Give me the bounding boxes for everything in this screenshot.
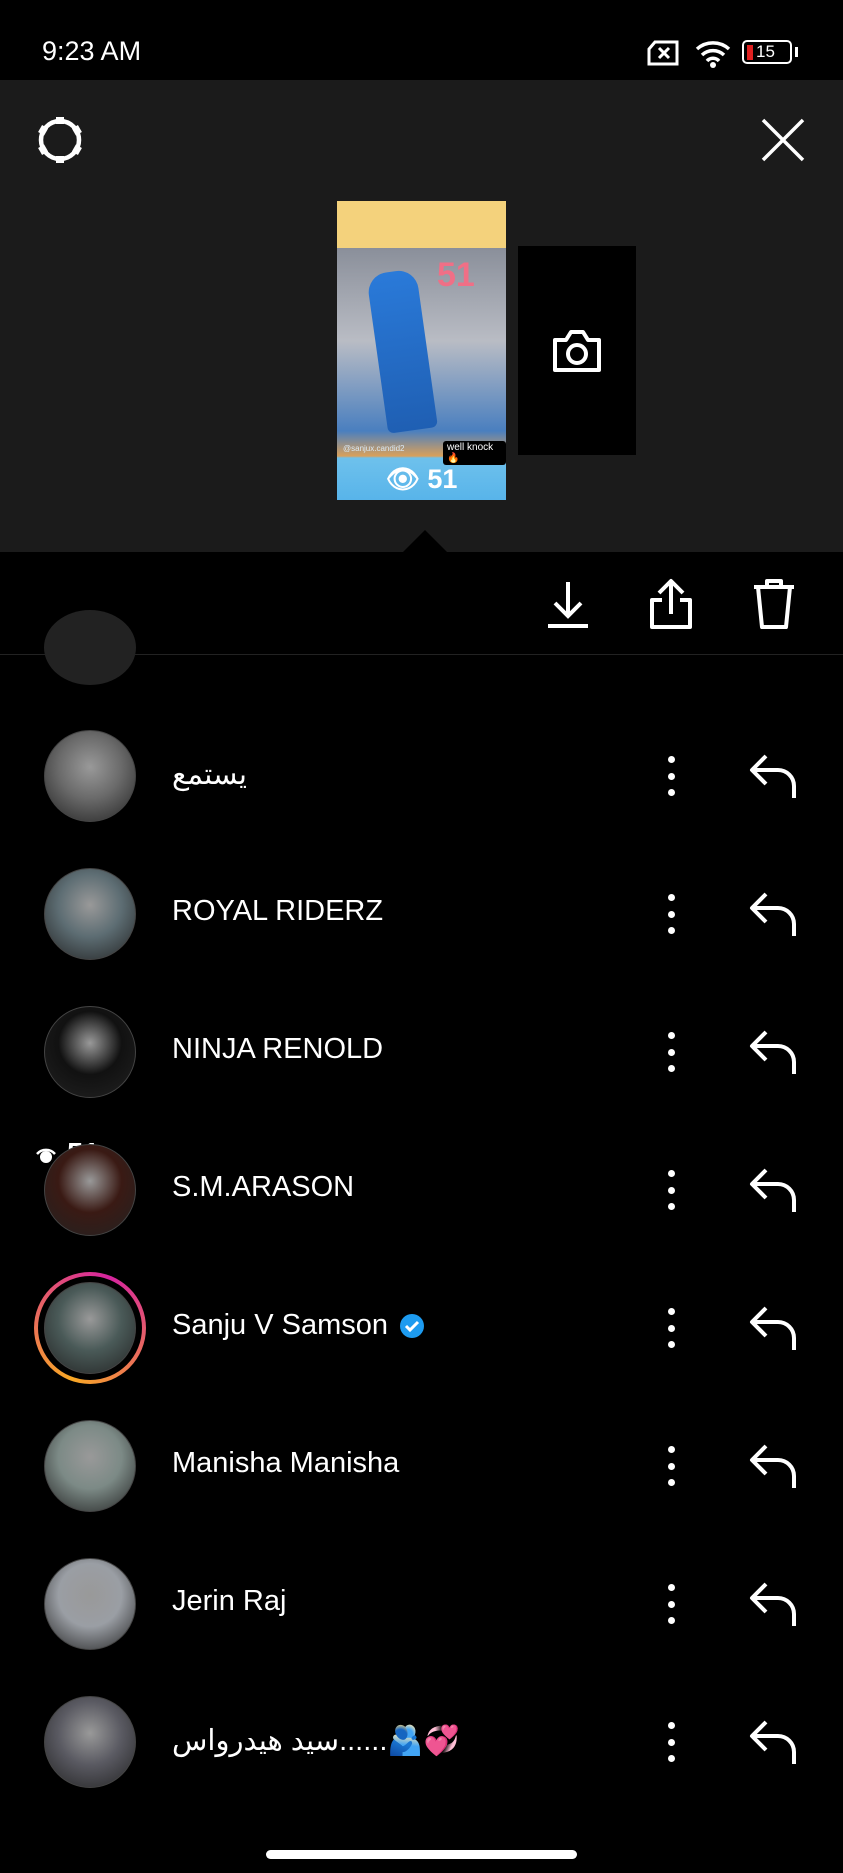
more-options-button[interactable]	[656, 1028, 686, 1076]
camera-icon	[553, 329, 601, 372]
viewer-name-label: S.M.ARASON	[172, 1171, 355, 1203]
reply-icon[interactable]	[748, 1028, 800, 1076]
viewer-name[interactable]: NINJA RENOLD	[172, 1033, 383, 1066]
settings-icon[interactable]	[35, 115, 85, 165]
viewer-avatar[interactable]	[44, 1282, 136, 1374]
viewer-name-label: يستمع	[172, 759, 247, 791]
eye-icon: 👁	[385, 464, 428, 494]
viewer-name-label: ROYAL RIDERZ	[172, 895, 384, 927]
more-options-button[interactable]	[656, 890, 686, 938]
viewer-name-label: Manisha Manisha	[172, 1447, 400, 1479]
more-options-button[interactable]	[656, 1718, 686, 1766]
reply-icon[interactable]	[748, 1166, 800, 1214]
download-icon[interactable]	[545, 580, 591, 630]
no-sim-icon	[647, 40, 679, 66]
more-options-button[interactable]	[656, 1442, 686, 1490]
reply-icon[interactable]	[748, 1442, 800, 1490]
battery-icon: 15	[742, 40, 792, 64]
more-options-button[interactable]	[656, 752, 686, 800]
story-image	[366, 268, 438, 434]
viewer-row[interactable]: ROYAL RIDERZ	[0, 845, 843, 983]
viewer-name-label: Jerin Raj	[172, 1585, 287, 1617]
more-options-button[interactable]	[656, 1304, 686, 1352]
story-handle: @sanjux.candid2	[343, 444, 405, 453]
viewer-avatar[interactable]	[44, 1420, 136, 1512]
selection-pointer	[403, 530, 447, 552]
home-indicator[interactable]	[266, 1850, 577, 1859]
viewer-row[interactable]: Jerin Raj	[0, 1535, 843, 1673]
story-thumbnail[interactable]: 51 @sanjux.candid2 well knock 🔥 👁 51	[337, 201, 506, 500]
viewer-row[interactable]: Sanju V Samson	[0, 1259, 843, 1397]
viewer-avatar[interactable]	[44, 1696, 136, 1788]
viewer-avatar[interactable]	[44, 1558, 136, 1650]
viewer-name[interactable]: يستمع	[172, 757, 247, 792]
viewer-name[interactable]: Jerin Raj	[172, 1585, 286, 1618]
reply-icon[interactable]	[748, 752, 800, 800]
viewer-row[interactable]: NINJA RENOLD	[0, 983, 843, 1121]
viewer-avatar[interactable]	[44, 868, 136, 960]
viewer-avatar[interactable]	[44, 730, 136, 822]
story-views-count: 51	[427, 464, 458, 494]
verified-badge-icon	[400, 1313, 425, 1338]
viewer-avatar[interactable]	[44, 1144, 136, 1236]
status-bar: 9:23 AM 15	[0, 0, 843, 80]
viewer-name-label: NINJA RENOLD	[172, 1033, 384, 1065]
viewer-name[interactable]: Manisha Manisha	[172, 1447, 399, 1480]
viewer-name-label: Sanju V Samson	[172, 1309, 389, 1341]
partial-viewer-avatar	[44, 610, 136, 685]
viewer-name[interactable]: S.M.ARASON	[172, 1171, 354, 1204]
share-icon[interactable]	[648, 578, 694, 630]
reply-icon[interactable]	[748, 1580, 800, 1628]
viewer-avatar[interactable]	[44, 1006, 136, 1098]
more-options-button[interactable]	[656, 1580, 686, 1628]
viewer-name[interactable]: سيد هيدرواس......🫂💞	[172, 1723, 460, 1758]
viewer-name-label: سيد هيدرواس......🫂💞	[172, 1725, 460, 1757]
viewer-name[interactable]: ROYAL RIDERZ	[172, 895, 383, 928]
reply-icon[interactable]	[748, 890, 800, 938]
story-sticker: well knock 🔥	[443, 441, 506, 465]
reply-icon[interactable]	[748, 1304, 800, 1352]
status-time: 9:23 AM	[42, 36, 142, 66]
viewer-row[interactable]: Manisha Manisha	[0, 1397, 843, 1535]
viewer-row[interactable]: يستمع	[0, 707, 843, 845]
battery-level: 15	[756, 42, 775, 61]
reply-icon[interactable]	[748, 1718, 800, 1766]
add-story-button[interactable]	[518, 246, 636, 455]
story-overlay-number: 51	[437, 256, 475, 294]
viewer-row[interactable]: سيد هيدرواس......🫂💞	[0, 1673, 843, 1811]
more-options-button[interactable]	[656, 1166, 686, 1214]
trash-icon[interactable]	[752, 578, 796, 630]
story-views: 👁 51	[337, 463, 506, 495]
viewer-name[interactable]: Sanju V Samson	[172, 1309, 426, 1342]
wifi-icon	[695, 41, 731, 68]
viewer-row[interactable]: S.M.ARASON	[0, 1121, 843, 1259]
close-icon[interactable]	[760, 117, 806, 163]
